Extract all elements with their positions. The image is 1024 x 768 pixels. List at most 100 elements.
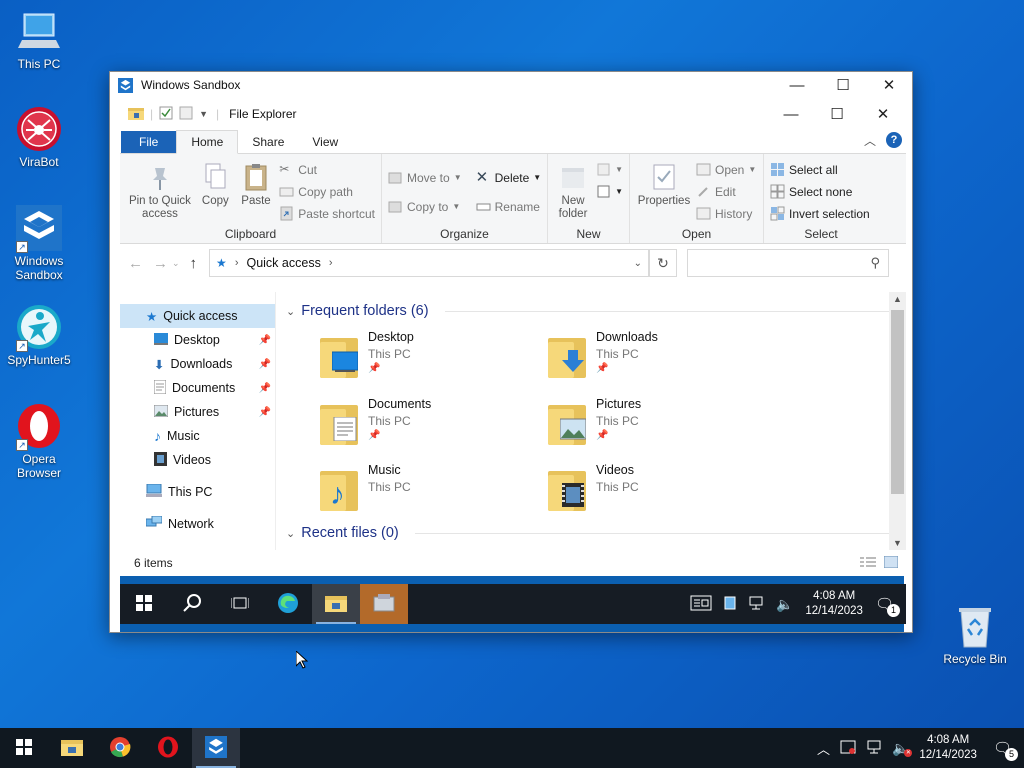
close-button[interactable]: ✕	[866, 72, 912, 98]
scrollbar-thumb[interactable]	[891, 310, 904, 494]
explorer-title-bar[interactable]: | ▼ | File Explorer — ☐ ✕	[120, 98, 906, 130]
tray-app-icon[interactable]	[724, 596, 736, 613]
collapse-ribbon-icon[interactable]: ︿	[864, 132, 876, 149]
nav-item-downloads[interactable]: ⬇ Downloads 📌	[120, 352, 275, 376]
help-icon[interactable]: ?	[886, 132, 902, 148]
nav-item-quick-access[interactable]: ★ Quick access	[120, 304, 275, 328]
open-button[interactable]: Open ▼	[696, 160, 756, 179]
folder-item-documents[interactable]: Documents This PC 📌	[320, 397, 548, 455]
opera-taskbar-button[interactable]	[144, 728, 192, 768]
volume-icon[interactable]: 🔈	[776, 596, 793, 613]
sandbox-window[interactable]: Windows Sandbox — ☐ ✕ | ▼ | File Explore…	[109, 71, 913, 633]
desktop-icon-recycle-bin[interactable]: Recycle Bin	[940, 603, 1010, 666]
search-button[interactable]	[168, 584, 216, 624]
history-button[interactable]: History	[696, 204, 756, 223]
nav-item-music[interactable]: ♪ Music	[120, 424, 275, 448]
nav-item-this-pc[interactable]: This PC	[120, 480, 275, 504]
paste-shortcut-button[interactable]: Paste shortcut	[279, 204, 375, 223]
tab-view[interactable]: View	[298, 131, 352, 153]
delete-button[interactable]: ✕ Delete ▼	[476, 168, 542, 187]
desktop-icon-virabot[interactable]: ViraBot	[4, 106, 74, 169]
forward-arrow-icon[interactable]: →	[153, 255, 168, 272]
explorer-minimize-button[interactable]: —	[768, 98, 814, 130]
folder-item-videos[interactable]: Videos This PC	[548, 463, 776, 521]
explorer-maximize-button[interactable]: ☐	[814, 98, 860, 130]
address-bar[interactable]: ★ › Quick access › ⌄	[209, 249, 650, 277]
breadcrumb-quick-access[interactable]: Quick access	[246, 256, 320, 270]
recent-files-header[interactable]: ⌄ Recent files (0)	[286, 522, 906, 544]
sandbox-taskbar-button[interactable]	[192, 728, 240, 768]
file-explorer-taskbar-button[interactable]	[48, 728, 96, 768]
cut-button[interactable]: ✂ Cut	[279, 160, 375, 179]
explorer-close-button[interactable]: ✕	[860, 98, 906, 130]
vertical-scrollbar[interactable]: ▲ ▼	[889, 292, 906, 550]
details-view-icon[interactable]	[860, 556, 876, 571]
network-icon[interactable]	[866, 740, 882, 757]
desktop-icon-this-pc[interactable]: This PC	[4, 8, 74, 71]
scroll-down-icon[interactable]: ▼	[889, 538, 906, 548]
maximize-button[interactable]: ☐	[820, 72, 866, 98]
invert-selection-button[interactable]: Invert selection	[770, 204, 870, 223]
back-arrow-icon[interactable]: ←	[128, 255, 143, 272]
edge-icon	[277, 592, 299, 617]
security-icon[interactable]	[840, 740, 856, 757]
address-dropdown-icon[interactable]: ⌄	[634, 258, 642, 269]
minimize-button[interactable]: —	[774, 72, 820, 98]
folder-item-downloads[interactable]: Downloads This PC 📌	[548, 330, 776, 388]
rename-button[interactable]: Rename	[476, 197, 542, 216]
tab-share[interactable]: Share	[238, 131, 298, 153]
refresh-button[interactable]: ↻	[649, 249, 678, 277]
news-widget-icon[interactable]	[690, 595, 712, 614]
volume-muted-icon[interactable]: 🔈 ✕	[892, 740, 913, 757]
pin-icon[interactable]: 📌	[259, 407, 271, 418]
search-input[interactable]: ⚲	[687, 249, 890, 277]
notifications-icon[interactable]: 🗨 5	[993, 739, 1018, 761]
folder-item-pictures[interactable]: Pictures This PC 📌	[548, 397, 776, 455]
desktop-icon-opera[interactable]: ↗ Opera Browser	[4, 403, 74, 480]
pin-icon[interactable]: 📌	[259, 359, 271, 370]
new-item-button[interactable]: ▼	[596, 160, 623, 179]
desktop-icon-windows-sandbox[interactable]: ↗ Windows Sandbox	[4, 205, 74, 282]
task-view-button[interactable]	[216, 584, 264, 624]
tab-home[interactable]: Home	[176, 130, 239, 154]
up-arrow-icon[interactable]: ↑	[190, 255, 198, 272]
move-to-button[interactable]: Move to ▼	[388, 168, 462, 187]
nav-item-network[interactable]: Network	[120, 512, 275, 536]
desktop-icon-spyhunter5[interactable]: ↗ SpyHunter5	[4, 304, 74, 367]
select-all-button[interactable]: Select all	[770, 160, 870, 179]
new-folder-qat-icon[interactable]	[179, 106, 193, 123]
start-button[interactable]	[0, 728, 48, 768]
edge-button[interactable]	[264, 584, 312, 624]
tab-file[interactable]: File	[121, 131, 177, 153]
copy-to-button[interactable]: Copy to ▼	[388, 197, 462, 216]
qat-dropdown-icon[interactable]: ▼	[199, 109, 208, 119]
nav-item-pictures[interactable]: Pictures 📌	[120, 400, 275, 424]
notifications-icon[interactable]: 🗨 1	[875, 595, 900, 617]
pin-icon[interactable]: 📌	[259, 383, 271, 394]
large-icons-view-icon[interactable]	[883, 555, 899, 571]
show-hidden-icons-chevron-icon[interactable]: ︿	[817, 739, 830, 758]
sandbox-clock[interactable]: 4:08 AM 12/14/2023	[805, 589, 863, 619]
properties-qat-icon[interactable]	[159, 106, 173, 123]
edit-button[interactable]: Edit	[696, 182, 756, 201]
app-taskbar-button[interactable]	[360, 584, 408, 624]
folder-item-music[interactable]: ♪ Music This PC	[320, 463, 548, 521]
sandbox-title-bar[interactable]: Windows Sandbox — ☐ ✕	[110, 72, 912, 98]
nav-item-documents[interactable]: Documents 📌	[120, 376, 275, 400]
easy-access-button[interactable]: ▼	[596, 182, 623, 201]
nav-item-videos[interactable]: Videos	[120, 448, 275, 472]
network-icon[interactable]	[748, 596, 764, 613]
pin-icon[interactable]: 📌	[259, 335, 271, 346]
frequent-folders-header[interactable]: ⌄ Frequent folders (6)	[286, 300, 906, 322]
select-none-button[interactable]: Select none	[770, 182, 870, 201]
taskbar-clock[interactable]: 4:08 AM 12/14/2023	[919, 733, 977, 763]
file-explorer-window[interactable]: | ▼ | File Explorer — ☐ ✕ File Home Shar…	[120, 98, 906, 576]
start-button[interactable]	[120, 584, 168, 624]
file-explorer-taskbar-button[interactable]	[312, 584, 360, 624]
copy-path-button[interactable]: Copy path	[279, 182, 375, 201]
folder-item-desktop[interactable]: Desktop This PC 📌	[320, 330, 548, 388]
recent-locations-icon[interactable]: ⌄	[172, 258, 180, 269]
nav-item-desktop[interactable]: Desktop 📌	[120, 328, 275, 352]
chrome-taskbar-button[interactable]	[96, 728, 144, 768]
scroll-up-icon[interactable]: ▲	[889, 294, 906, 304]
